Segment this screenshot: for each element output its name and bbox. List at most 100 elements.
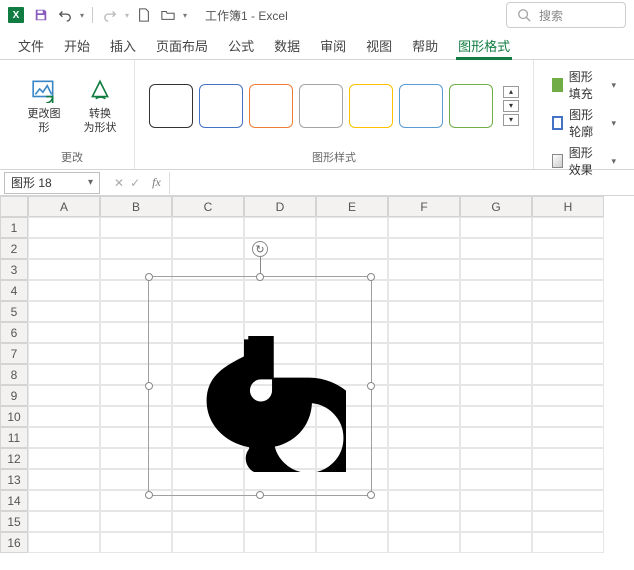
cell[interactable] (28, 301, 100, 322)
row-header[interactable]: 13 (0, 469, 28, 490)
confirm-formula-button[interactable]: ✓ (130, 176, 140, 190)
cell[interactable] (172, 238, 244, 259)
cell[interactable] (28, 406, 100, 427)
cell[interactable] (460, 217, 532, 238)
cell[interactable] (388, 406, 460, 427)
cell[interactable] (244, 511, 316, 532)
cell[interactable] (532, 427, 604, 448)
cell[interactable] (388, 469, 460, 490)
tab-view[interactable]: 视图 (356, 30, 402, 59)
formula-bar[interactable] (169, 172, 634, 194)
cell[interactable] (316, 511, 388, 532)
search-box[interactable]: 搜索 (506, 2, 626, 28)
rotate-handle[interactable] (252, 241, 268, 257)
handle-se[interactable] (367, 491, 375, 499)
cell[interactable] (532, 322, 604, 343)
cell[interactable] (28, 322, 100, 343)
cell[interactable] (388, 301, 460, 322)
cell[interactable] (244, 532, 316, 553)
handle-s[interactable] (256, 491, 264, 499)
cell[interactable] (316, 532, 388, 553)
row-header[interactable]: 1 (0, 217, 28, 238)
cell[interactable] (532, 385, 604, 406)
row-header[interactable]: 7 (0, 343, 28, 364)
cell[interactable] (460, 238, 532, 259)
tab-data[interactable]: 数据 (264, 30, 310, 59)
qat-customize[interactable]: ▾ (183, 11, 187, 20)
cell[interactable] (100, 238, 172, 259)
cell[interactable] (28, 259, 100, 280)
save-icon[interactable] (32, 6, 50, 24)
cell[interactable] (244, 217, 316, 238)
cell[interactable] (28, 364, 100, 385)
cell[interactable] (460, 448, 532, 469)
name-box-dropdown[interactable]: ▾ (88, 177, 93, 188)
cell[interactable] (388, 238, 460, 259)
gallery-down[interactable]: ▾ (503, 100, 519, 112)
col-header[interactable]: G (460, 196, 532, 217)
cell[interactable] (28, 217, 100, 238)
cell[interactable] (532, 364, 604, 385)
cell[interactable] (28, 469, 100, 490)
shape-outline-button[interactable]: 图形轮廓 ▾ (552, 106, 616, 140)
cell[interactable] (532, 343, 604, 364)
cell[interactable] (460, 301, 532, 322)
cell[interactable] (388, 364, 460, 385)
col-header[interactable]: C (172, 196, 244, 217)
style-swatch-6[interactable] (399, 84, 443, 128)
cell[interactable] (460, 427, 532, 448)
row-header[interactable]: 8 (0, 364, 28, 385)
handle-nw[interactable] (145, 273, 153, 281)
tab-page-layout[interactable]: 页面布局 (146, 30, 218, 59)
style-swatch-3[interactable] (249, 84, 293, 128)
cell[interactable] (460, 511, 532, 532)
cell[interactable] (532, 259, 604, 280)
redo-dropdown[interactable]: ▾ (125, 11, 129, 20)
tab-review[interactable]: 审阅 (310, 30, 356, 59)
cell[interactable] (532, 280, 604, 301)
cell[interactable] (28, 280, 100, 301)
handle-w[interactable] (145, 382, 153, 390)
handle-sw[interactable] (145, 491, 153, 499)
tab-home[interactable]: 开始 (54, 30, 100, 59)
cell[interactable] (532, 301, 604, 322)
cell[interactable] (460, 406, 532, 427)
handle-e[interactable] (367, 382, 375, 390)
cell[interactable] (388, 322, 460, 343)
open-file-button[interactable] (159, 6, 177, 24)
tab-graphics-format[interactable]: 图形格式 (448, 30, 520, 59)
cell[interactable] (28, 427, 100, 448)
row-header[interactable]: 16 (0, 532, 28, 553)
col-header[interactable]: A (28, 196, 100, 217)
row-header[interactable]: 11 (0, 427, 28, 448)
row-header[interactable]: 6 (0, 322, 28, 343)
cell[interactable] (388, 427, 460, 448)
redo-button[interactable] (101, 6, 119, 24)
style-swatch-5[interactable] (349, 84, 393, 128)
cell[interactable] (388, 532, 460, 553)
cell[interactable] (460, 385, 532, 406)
cancel-formula-button[interactable]: ✕ (114, 176, 124, 190)
row-header[interactable]: 4 (0, 280, 28, 301)
cell[interactable] (172, 511, 244, 532)
cell[interactable] (28, 343, 100, 364)
row-header[interactable]: 12 (0, 448, 28, 469)
cell[interactable] (28, 532, 100, 553)
gallery-up[interactable]: ▴ (503, 86, 519, 98)
cell[interactable] (316, 217, 388, 238)
tab-help[interactable]: 帮助 (402, 30, 448, 59)
col-header[interactable]: F (388, 196, 460, 217)
cell[interactable] (460, 343, 532, 364)
cell[interactable] (460, 532, 532, 553)
shape-selection[interactable] (148, 276, 372, 496)
col-header[interactable]: H (532, 196, 604, 217)
cell[interactable] (28, 490, 100, 511)
name-box[interactable]: 图形 18 ▾ (4, 172, 100, 194)
cell[interactable] (388, 280, 460, 301)
cell[interactable] (532, 217, 604, 238)
row-header[interactable]: 9 (0, 385, 28, 406)
cell[interactable] (388, 217, 460, 238)
cell[interactable] (460, 490, 532, 511)
cell[interactable] (100, 532, 172, 553)
col-header[interactable]: B (100, 196, 172, 217)
